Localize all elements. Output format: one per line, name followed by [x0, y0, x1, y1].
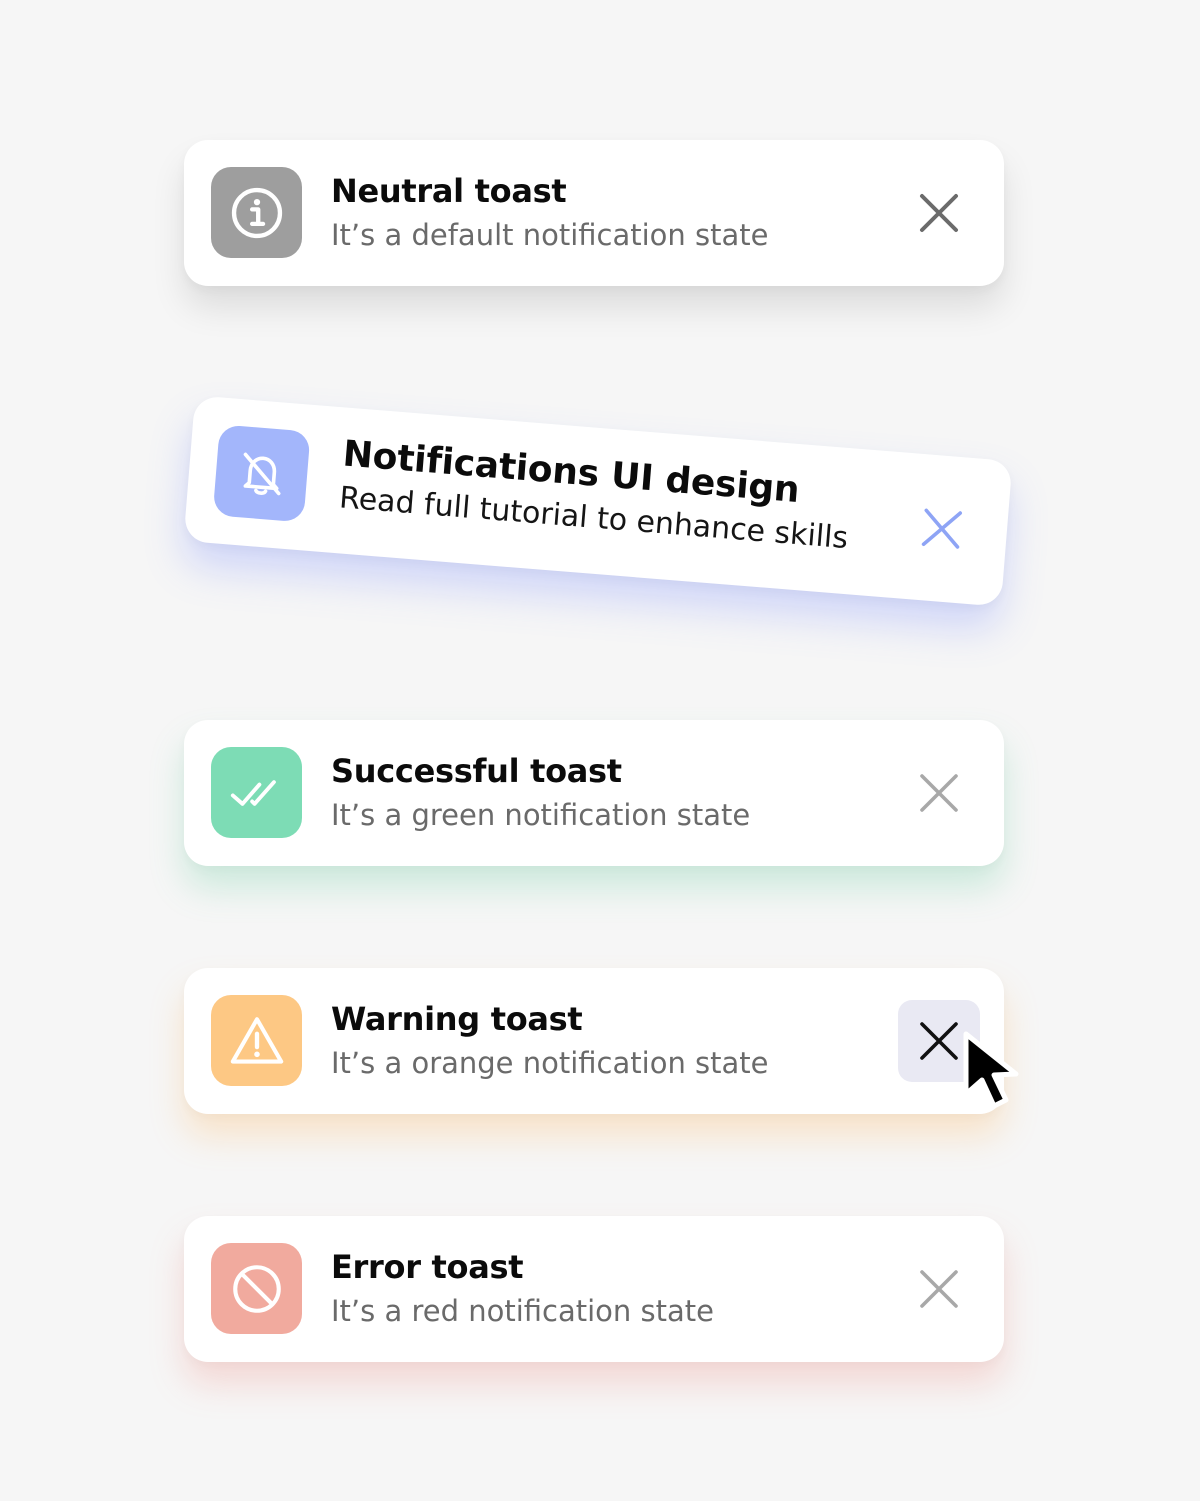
toast-subtitle: It’s a green notification state [331, 798, 751, 832]
close-button[interactable] [898, 1000, 980, 1082]
toast-icon-box [211, 167, 302, 258]
toast-error: Error toast It’s a red notification stat… [184, 1216, 1004, 1362]
toast-title: Neutral toast [331, 172, 567, 210]
toast-title: Error toast [331, 1248, 524, 1286]
info-icon [231, 187, 282, 238]
close-button[interactable] [898, 752, 980, 834]
close-button[interactable] [898, 172, 980, 254]
toast-title: Warning toast [331, 1000, 583, 1038]
toast-subtitle: It’s a red notification state [331, 1294, 714, 1328]
toast-icon-box [212, 424, 311, 523]
warning-triangle-icon [230, 1016, 283, 1064]
toast-warning: Warning toast It’s a orange notification… [184, 968, 1004, 1114]
toast-icon-box [211, 1243, 302, 1334]
close-button[interactable] [898, 1248, 980, 1330]
toast-icon-box [211, 995, 302, 1086]
close-button[interactable] [898, 485, 986, 573]
close-icon [920, 1022, 958, 1060]
toast-subtitle: It’s a default notification state [331, 218, 769, 252]
close-icon [920, 774, 958, 812]
close-icon [920, 194, 958, 232]
close-icon [921, 508, 962, 549]
toast-neutral: Neutral toast It’s a default notificatio… [184, 140, 1004, 286]
toast-promo: Notifications UI design Read full tutori… [183, 395, 1013, 607]
toast-title: Successful toast [331, 752, 622, 790]
toast-subtitle: It’s a orange notification state [331, 1046, 769, 1080]
close-icon [920, 1270, 958, 1308]
double-check-icon [230, 779, 276, 806]
toast-icon-box [211, 747, 302, 838]
block-icon [232, 1264, 281, 1313]
bell-off-icon [243, 452, 281, 495]
toast-success: Successful toast It’s a green notificati… [184, 720, 1004, 866]
